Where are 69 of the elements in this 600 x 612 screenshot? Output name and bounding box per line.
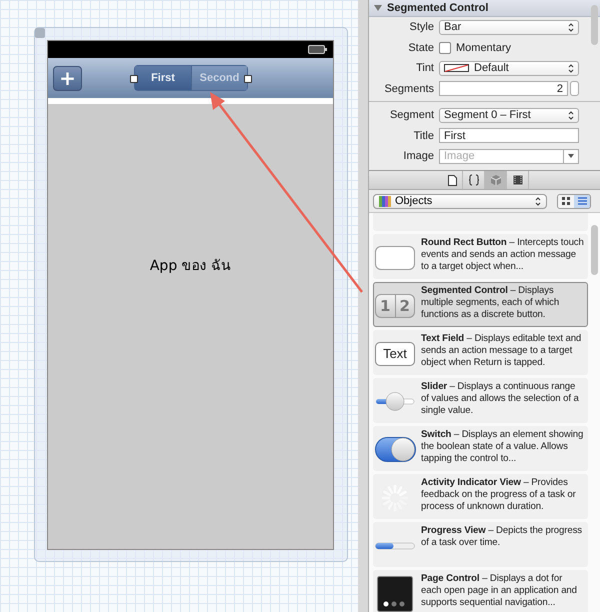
number-field[interactable]: 2 [439,81,568,96]
checkbox-label: Momentary [456,42,512,54]
library-item[interactable]: Round Rect Button – Intercepts touch events and sends an action message to a target object when... [373,234,588,279]
field-label: State [407,42,435,54]
text-field-icon: Text [375,342,415,366]
library-item[interactable]: 1 2 Segmented Control – Displays multiple segments, each of which functions as a discrete button. [373,282,588,327]
braces-icon [468,174,480,186]
select-value: Bar [444,21,462,34]
file-icon [446,174,458,186]
list-view-icon [578,197,586,205]
view-toggle-button[interactable] [558,194,574,208]
cube-icon [490,174,502,186]
field-label: Image [402,150,435,162]
field-label: Tint [415,62,435,74]
updown-arrows-icon [568,22,574,32]
section-title: Segmented Control [387,2,488,14]
library-item[interactable]: Slider – Displays a continuous range of values and allows the selection of a single value. [373,378,588,423]
item-description: Slider – Displays a continuous range of values and allows the selection of a single value. [421,381,580,418]
library-item[interactable]: Page Control – Displays a dot for each open page in an application and supports sequential navigation... [373,570,588,612]
item-description: Progress View – Depicts the progress of a task over time. [421,525,584,550]
library-item[interactable]: Progress View – Depicts the progress of a task over time. [373,522,588,567]
resize-handle[interactable] [244,75,252,83]
library-filter-select[interactable]: Objects [373,194,547,208]
checkbox[interactable] [439,42,451,54]
scrollbar-thumb[interactable] [591,5,598,45]
library-item[interactable]: Switch – Displays an element showing the boolean state of a value. Allows tapping the control to... [373,426,588,471]
dropdown-arrow-icon [568,154,574,158]
color-swatch-icon [444,64,469,72]
field-label: Style [408,21,435,34]
books-icon [379,196,391,206]
item-description: Round Rect Button – Intercepts touch events and sends an action message to a target object when... [421,237,585,274]
view-label: App ของ ฉัน [150,257,232,276]
page-control-icon [377,576,413,612]
select-value: Objects [395,195,434,207]
grid-view-icon [562,197,570,205]
battery-icon [308,45,327,54]
add-button[interactable]: + [53,66,82,90]
item-description: Activity Indicator View – Provides feedback on the progress of a task or process of unknown duration. [421,477,577,514]
item-description: Page Control – Displays a dot for each open page in an application and supports sequential navigation... [421,573,578,610]
updown-arrows-icon [568,64,574,73]
view-toggle-button[interactable] [574,194,590,208]
select-value: Segment 0 – First [444,109,532,122]
scrollbar-thumb[interactable] [591,225,598,275]
field-label: Segment [388,109,435,122]
switch-icon [374,437,416,462]
tint-select[interactable]: Default [439,60,579,76]
updown-arrows-icon [568,110,574,120]
library-item[interactable]: Activity Indicator View – Provides feedback on the progress of a task or process of unknown duration. [373,474,588,519]
field-label: Title [412,130,435,142]
select-field[interactable]: Bar [439,20,579,35]
film-icon [512,174,524,186]
resize-handle[interactable] [130,75,138,83]
segment-button[interactable]: First [135,66,191,90]
disclosure-triangle-icon[interactable] [374,5,382,11]
field-label: Segments [383,82,435,95]
updown-arrows-icon [535,196,541,206]
slider-icon [375,390,415,413]
segmented-control-icon: 1 2 [375,294,415,318]
round-rect-button-icon [375,246,415,270]
library-item[interactable]: Text Text Field – Displays editable text and sends an action message to a target object when Return is tapped. [373,330,588,375]
select-value: Default [474,62,510,74]
stepper[interactable] [570,81,579,96]
item-description: Segmented Control – Displays multiple segments, each of which functions as a discrete button. [421,285,560,322]
placeholder: Image [444,150,476,162]
progress-bar-icon [375,542,415,550]
item-description: Text Field – Displays editable text and sends an action message to a target object when Return is tapped. [421,333,582,370]
text-field[interactable]: First [439,128,579,144]
item-description: Switch – Displays an element showing the boolean state of a value. Allows tapping the control to... [421,429,584,466]
select-field[interactable]: Segment 0 – First [439,108,579,123]
